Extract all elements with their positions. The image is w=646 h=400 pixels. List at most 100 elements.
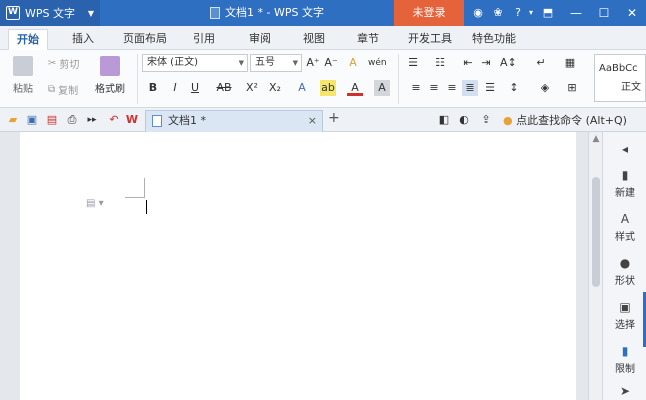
shrink-font-icon[interactable]: A⁻ — [323, 55, 339, 71]
font-name-value: 宋体 (正文) — [147, 57, 198, 68]
scrollbar-thumb[interactable] — [592, 177, 600, 287]
highlight-icon[interactable]: ab — [320, 80, 336, 96]
sidebar-item-label: 新建 — [615, 188, 635, 199]
font-name-select[interactable]: 宋体 (正文) ▼ — [142, 54, 248, 72]
shading-icon[interactable]: ◈ — [537, 80, 553, 96]
vertical-scrollbar[interactable]: ▲ — [588, 132, 602, 400]
app-name: WPS 文字 — [25, 7, 75, 20]
style-gallery[interactable]: AaBbCc 正文 — [594, 54, 646, 102]
increase-indent-icon[interactable]: ⇥ — [478, 55, 494, 71]
format-painter-button[interactable]: 格式刷 — [93, 56, 127, 95]
cloud-icon[interactable]: ❀ — [488, 0, 508, 26]
document-canvas: ▤ ▾ — [0, 132, 588, 400]
expand-icon: ◂ — [621, 142, 629, 156]
superscript-button[interactable]: X² — [243, 80, 261, 96]
more-icon[interactable]: ▸▸ — [84, 112, 100, 128]
numbered-list-icon[interactable]: ☷ — [432, 55, 448, 71]
show-marks-icon[interactable]: ↵ — [533, 55, 549, 71]
phonetic-guide-icon[interactable]: wén — [368, 55, 387, 71]
bullet-list-icon[interactable]: ☰ — [405, 55, 421, 71]
line-spacing-icon[interactable]: ↕ — [506, 80, 522, 96]
tab-view[interactable]: 视图 — [303, 29, 325, 50]
underline-button[interactable]: U — [187, 80, 203, 96]
align-left-icon[interactable]: ≡ — [408, 80, 424, 96]
ribbon-toolbar: 粘贴 ✂ 剪切 ⧉ 复制 格式刷 宋体 (正文) ▼ 五号 ▼ A⁺ A⁻ A … — [0, 50, 646, 108]
document-icon — [152, 115, 162, 127]
font-size-select[interactable]: 五号 ▼ — [250, 54, 302, 72]
table-icon[interactable]: ▦ — [562, 55, 578, 71]
restrict-icon: ▮ — [621, 344, 629, 358]
sort-icon[interactable]: A↕ — [500, 55, 517, 71]
app-menu-button[interactable]: W WPS 文字 ▼ — [0, 0, 100, 26]
close-tab-icon[interactable]: × — [308, 111, 317, 131]
save-icon[interactable]: ▣ — [24, 112, 40, 128]
skin-icon[interactable]: ◉ — [468, 0, 488, 26]
login-button[interactable]: 未登录 — [394, 0, 464, 26]
bold-button[interactable]: B — [145, 80, 161, 96]
wps-logo-icon[interactable]: W — [124, 112, 140, 128]
chevron-down-icon: ▼ — [238, 59, 244, 67]
find-command-box[interactable]: ● 点此查找命令 (Alt+Q) — [503, 112, 627, 128]
font-color-icon[interactable]: A — [347, 80, 363, 96]
tab-review[interactable]: 审阅 — [249, 29, 271, 50]
tab-features[interactable]: 特色功能 — [472, 29, 516, 50]
sidebar-item-label: 选择 — [615, 320, 635, 331]
sidebar-item-expand[interactable]: ◂ — [603, 142, 646, 158]
document-tab[interactable]: 文档1 * × — [145, 110, 323, 132]
grow-font-icon[interactable]: A⁺ — [305, 55, 321, 71]
strikethrough-button[interactable]: AB — [213, 80, 235, 96]
divider — [137, 54, 138, 104]
sidebar-item-label: 形状 — [615, 276, 635, 287]
find-command-label: 点此查找命令 (Alt+Q) — [516, 114, 627, 127]
cut-button[interactable]: ✂ 剪切 — [48, 56, 79, 71]
sidebar-item-restrict[interactable]: ▮ 限制 — [603, 344, 646, 375]
chevron-down-icon: ▼ — [87, 8, 94, 18]
export-pdf-icon[interactable]: ▤ — [44, 112, 60, 128]
layout-icon[interactable]: ◧ — [436, 112, 452, 128]
window-title: 文档1 * - WPS 文字 — [210, 0, 324, 26]
document-page[interactable]: ▤ ▾ — [20, 132, 576, 400]
help-chevron-icon[interactable]: ▾ — [525, 0, 537, 26]
undo-icon[interactable]: ↶ — [106, 112, 122, 128]
align-center-icon[interactable]: ≡ — [426, 80, 442, 96]
italic-button[interactable]: I — [167, 80, 183, 96]
minimize-button[interactable]: — — [562, 0, 590, 26]
scroll-up-icon[interactable]: ▲ — [589, 134, 603, 144]
justify-icon[interactable]: ≣ — [462, 80, 478, 96]
sidebar-item-new[interactable]: ▮ 新建 — [603, 168, 646, 199]
borders-icon[interactable]: ⊞ — [564, 80, 580, 96]
align-right-icon[interactable]: ≡ — [444, 80, 460, 96]
paste-label: 粘贴 — [13, 84, 33, 95]
sidebar-item-select[interactable]: ▣ 选择 — [603, 300, 646, 331]
sidebar-item-send[interactable]: ➤ — [603, 384, 646, 400]
tab-developer[interactable]: 开发工具 — [408, 29, 452, 50]
char-shading-icon[interactable]: A — [374, 80, 390, 96]
decrease-indent-icon[interactable]: ⇤ — [460, 55, 476, 71]
paste-options-icon[interactable]: ▤ ▾ — [86, 198, 104, 209]
sidebar-item-shapes[interactable]: ● 形状 — [603, 256, 646, 287]
maximize-button[interactable]: ☐ — [590, 0, 618, 26]
copy-icon: ⧉ — [48, 84, 56, 95]
sidebar-item-styles[interactable]: A 样式 — [603, 212, 646, 243]
tab-chapters[interactable]: 章节 — [357, 29, 379, 50]
text-effect-icon[interactable]: A — [294, 80, 310, 96]
close-button[interactable]: ✕ — [618, 0, 646, 26]
tab-page-layout[interactable]: 页面布局 — [123, 29, 167, 50]
share-icon[interactable]: ⇪ — [478, 112, 494, 128]
tab-insert[interactable]: 插入 — [72, 29, 94, 50]
new-tab-button[interactable]: + — [328, 110, 340, 126]
chevron-down-icon: ▼ — [292, 59, 298, 67]
cloud-sync-icon[interactable]: ◐ — [456, 112, 472, 128]
cut-label: 剪切 — [59, 60, 80, 71]
distribute-icon[interactable]: ☰ — [482, 80, 498, 96]
tab-home[interactable]: 开始 — [8, 29, 48, 50]
print-icon[interactable]: ⎙ — [64, 112, 80, 128]
clear-format-icon[interactable]: A — [345, 55, 361, 71]
paste-button[interactable]: 粘贴 — [8, 56, 38, 95]
open-folder-icon[interactable]: ▰ — [5, 112, 21, 128]
subscript-button[interactable]: X₂ — [266, 80, 284, 96]
copy-button[interactable]: ⧉ 复制 — [48, 82, 78, 97]
tab-references[interactable]: 引用 — [193, 29, 215, 50]
document-tab-label: 文档1 * — [168, 114, 206, 127]
fullscreen-icon[interactable]: ⬒ — [538, 0, 558, 26]
